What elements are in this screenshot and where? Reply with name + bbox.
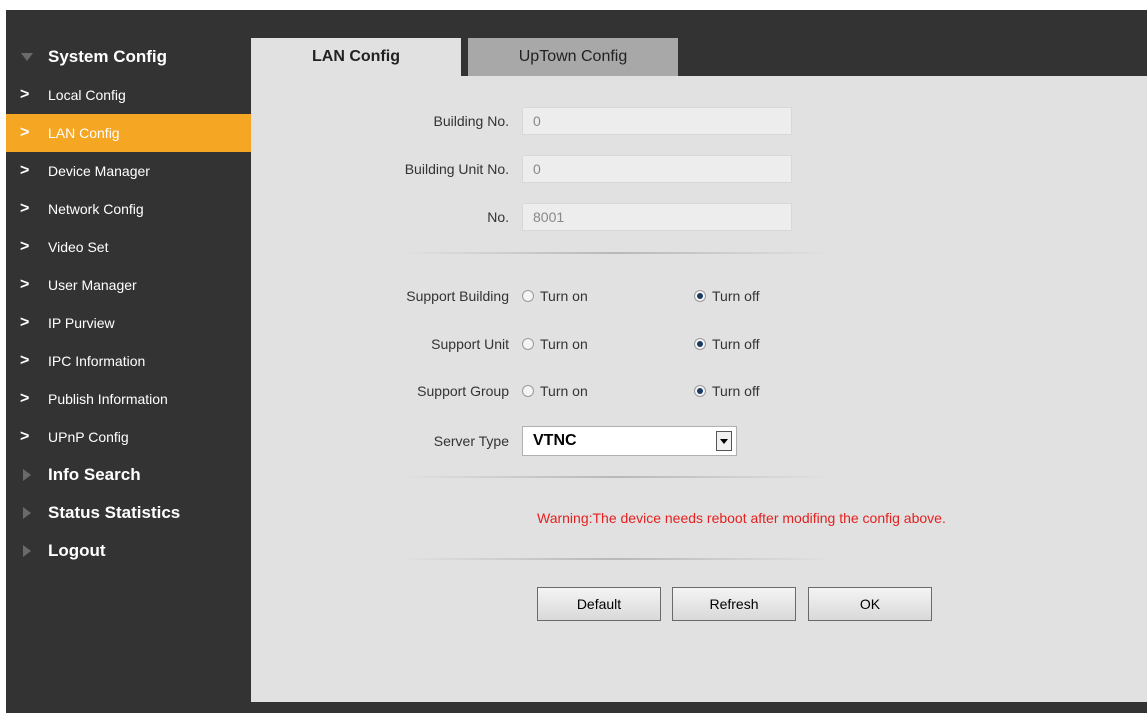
chevron-right-icon: > <box>20 390 30 407</box>
warning-message: Warning:The device needs reboot after mo… <box>537 510 946 526</box>
no-label: No. <box>487 209 509 225</box>
sidebar-item-label: User Manager <box>48 277 137 293</box>
tab-uptown-config[interactable]: UpTown Config <box>468 38 678 76</box>
radio-label: Turn on <box>540 383 588 399</box>
chevron-right-icon: > <box>20 276 30 293</box>
default-button[interactable]: Default <box>537 587 661 621</box>
sidebar-section-label: Logout <box>48 541 106 560</box>
building-unit-label: Building Unit No. <box>404 161 509 177</box>
sidebar-item-publish-information[interactable]: > Publish Information <box>6 380 251 418</box>
support-building-turn-on[interactable]: Turn on <box>522 288 694 304</box>
divider <box>401 558 831 560</box>
support-unit-label: Support Unit <box>431 336 509 352</box>
building-unit-row: Building Unit No. 0 <box>251 155 792 183</box>
server-type-label: Server Type <box>433 433 509 449</box>
radio-unchecked-icon[interactable] <box>522 290 534 302</box>
support-unit-row: Support Unit Turn on Turn off <box>251 336 759 352</box>
no-field: 8001 <box>522 203 792 231</box>
chevron-right-icon: > <box>20 200 30 217</box>
main-panel: Building No. 0 Building Unit No. 0 No. 8… <box>251 76 1147 702</box>
sidebar-item-network-config[interactable]: > Network Config <box>6 190 251 228</box>
radio-label: Turn off <box>712 288 760 304</box>
sidebar-item-ipc-information[interactable]: > IPC Information <box>6 342 251 380</box>
radio-label: Turn off <box>712 336 760 352</box>
radio-checked-icon[interactable] <box>694 385 706 397</box>
divider <box>401 476 831 478</box>
sidebar-section-info-search[interactable]: Info Search <box>6 456 251 494</box>
radio-checked-icon[interactable] <box>694 338 706 350</box>
building-no-row: Building No. 0 <box>251 107 792 135</box>
sidebar-item-label: UPnP Config <box>48 429 129 445</box>
support-building-turn-off[interactable]: Turn off <box>694 288 759 304</box>
support-group-radio-group: Turn on Turn off <box>522 383 759 399</box>
refresh-button[interactable]: Refresh <box>672 587 796 621</box>
sidebar-section-label: System Config <box>48 47 168 66</box>
ok-button[interactable]: OK <box>808 587 932 621</box>
dropdown-arrow-icon[interactable] <box>716 431 732 451</box>
sidebar-section-system-config[interactable]: System Config <box>6 38 251 76</box>
support-building-label: Support Building <box>406 288 509 304</box>
server-type-select[interactable]: VTNC <box>522 426 737 456</box>
support-group-turn-on[interactable]: Turn on <box>522 383 694 399</box>
sidebar: System Config > Local Config > LAN Confi… <box>6 38 251 570</box>
sidebar-item-device-manager[interactable]: > Device Manager <box>6 152 251 190</box>
chevron-right-icon: > <box>20 428 30 445</box>
radio-unchecked-icon[interactable] <box>522 385 534 397</box>
sidebar-item-label: Publish Information <box>48 391 168 407</box>
radio-checked-icon[interactable] <box>694 290 706 302</box>
support-unit-turn-on[interactable]: Turn on <box>522 336 694 352</box>
building-unit-field: 0 <box>522 155 792 183</box>
divider <box>401 252 831 254</box>
caret-right-icon <box>6 545 48 557</box>
chevron-right-icon: > <box>20 352 30 369</box>
sidebar-section-logout[interactable]: Logout <box>6 532 251 570</box>
sidebar-section-label: Info Search <box>48 465 141 484</box>
sidebar-item-ip-purview[interactable]: > IP Purview <box>6 304 251 342</box>
sidebar-item-label: IPC Information <box>48 353 146 369</box>
sidebar-item-lan-config[interactable]: > LAN Config <box>6 114 251 152</box>
building-no-label: Building No. <box>433 113 510 129</box>
sidebar-section-label: Status Statistics <box>48 503 181 522</box>
sidebar-item-label: Video Set <box>48 239 109 255</box>
no-row: No. 8001 <box>251 203 792 231</box>
sidebar-item-local-config[interactable]: > Local Config <box>6 76 251 114</box>
chevron-right-icon: > <box>20 162 30 179</box>
radio-label: Turn on <box>540 336 588 352</box>
radio-label: Turn off <box>712 383 760 399</box>
sidebar-item-label: IP Purview <box>48 315 115 331</box>
radio-unchecked-icon[interactable] <box>522 338 534 350</box>
sidebar-item-user-manager[interactable]: > User Manager <box>6 266 251 304</box>
support-group-row: Support Group Turn on Turn off <box>251 383 759 399</box>
support-group-turn-off[interactable]: Turn off <box>694 383 759 399</box>
caret-down-icon <box>6 53 48 61</box>
support-group-label: Support Group <box>417 383 509 399</box>
radio-label: Turn on <box>540 288 588 304</box>
server-type-value: VTNC <box>533 432 577 449</box>
building-no-field: 0 <box>522 107 792 135</box>
support-unit-turn-off[interactable]: Turn off <box>694 336 759 352</box>
chevron-right-icon: > <box>20 314 30 331</box>
caret-right-icon <box>6 469 48 481</box>
sidebar-item-label: Device Manager <box>48 163 150 179</box>
sidebar-item-label: Local Config <box>48 87 126 103</box>
chevron-right-icon: > <box>20 124 30 141</box>
sidebar-item-label: Network Config <box>48 201 144 217</box>
chevron-right-icon: > <box>20 238 30 255</box>
chevron-right-icon: > <box>20 86 30 103</box>
tab-lan-config[interactable]: LAN Config <box>251 38 461 76</box>
sidebar-item-label: LAN Config <box>48 125 120 141</box>
sidebar-item-upnp-config[interactable]: > UPnP Config <box>6 418 251 456</box>
server-type-row: Server Type VTNC <box>251 426 737 456</box>
support-building-radio-group: Turn on Turn off <box>522 288 759 304</box>
support-building-row: Support Building Turn on Turn off <box>251 288 759 304</box>
sidebar-item-video-set[interactable]: > Video Set <box>6 228 251 266</box>
support-unit-radio-group: Turn on Turn off <box>522 336 759 352</box>
caret-right-icon <box>6 507 48 519</box>
sidebar-section-status-statistics[interactable]: Status Statistics <box>6 494 251 532</box>
